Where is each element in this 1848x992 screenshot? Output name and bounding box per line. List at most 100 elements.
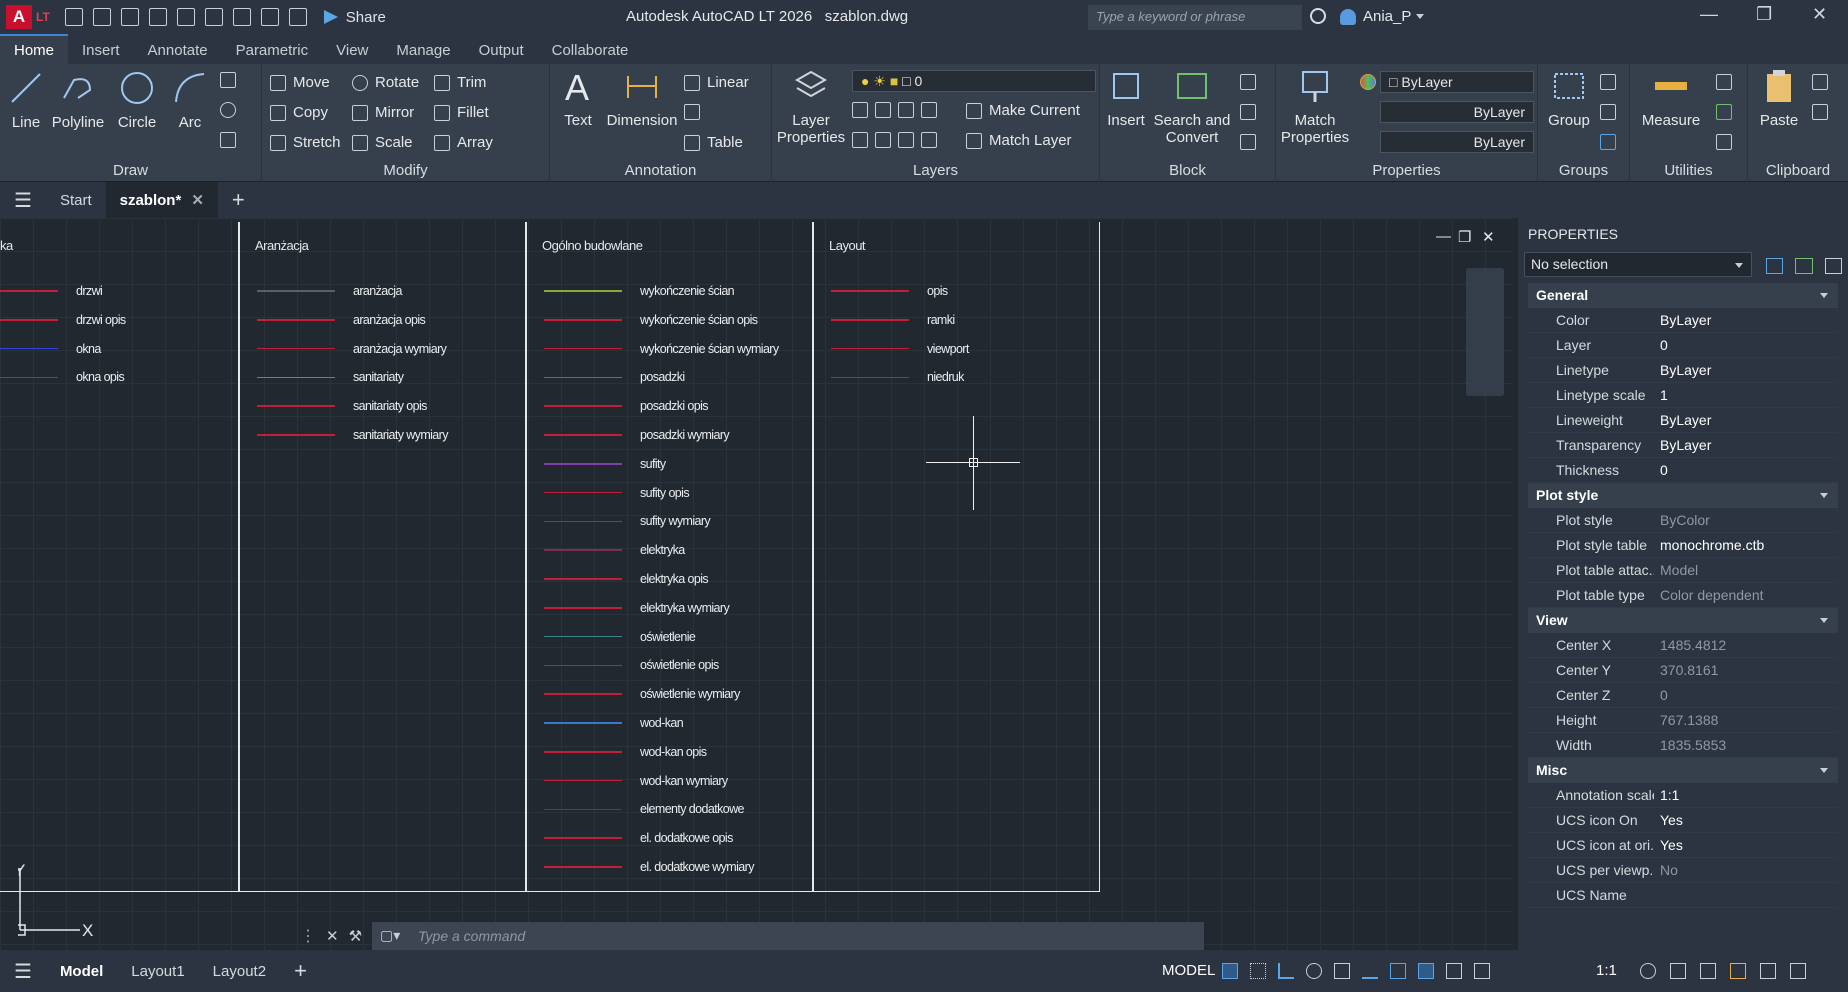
property-value[interactable]: 1485.4812 <box>1654 633 1838 657</box>
paste-button[interactable]: Paste <box>1754 68 1804 129</box>
rectangle-button[interactable] <box>220 72 243 88</box>
isolate-objects-icon[interactable] <box>1730 963 1746 979</box>
ellipse-button[interactable] <box>220 102 243 118</box>
edit-block-button[interactable] <box>1240 104 1263 120</box>
command-input[interactable]: ▢▾ Type a command <box>372 922 1204 950</box>
line-button[interactable]: Line <box>8 70 44 131</box>
undo-icon[interactable] <box>260 8 279 26</box>
open-file-icon[interactable] <box>92 8 111 26</box>
array-button[interactable]: Array <box>434 134 493 151</box>
property-row[interactable]: Plot style table monochrome.ctb <box>1528 533 1838 558</box>
property-value[interactable]: 1:1 <box>1654 783 1838 807</box>
property-value[interactable]: ByLayer <box>1654 408 1838 432</box>
linear-button[interactable]: Linear <box>684 74 749 91</box>
property-value[interactable]: ByColor <box>1654 508 1838 532</box>
drawing-canvas[interactable]: ka drzwi drzwi opis okna okna opis Aranżacja a… <box>0 218 1512 950</box>
property-value[interactable]: Yes <box>1654 808 1838 832</box>
tab-parametric[interactable]: Parametric <box>222 36 323 64</box>
property-section-header[interactable]: Plot style <box>1528 483 1838 508</box>
scale-button[interactable]: Scale <box>352 134 413 151</box>
property-value[interactable]: No <box>1654 858 1838 882</box>
group-edit-button[interactable] <box>1600 104 1623 120</box>
annotation-monitor-icon[interactable] <box>1670 963 1686 979</box>
toggle-pickadd-icon[interactable] <box>1765 257 1784 274</box>
property-value[interactable]: monochrome.ctb <box>1654 533 1838 557</box>
mirror-button[interactable]: Mirror <box>352 104 414 121</box>
print-icon[interactable] <box>232 8 251 26</box>
collapse-chevron-icon[interactable] <box>1820 768 1828 773</box>
property-value[interactable]: 1835.5853 <box>1654 733 1838 757</box>
insert-button[interactable]: Insert <box>1104 68 1148 129</box>
copy-button[interactable]: Copy <box>270 104 328 121</box>
property-section-header[interactable]: Misc <box>1528 758 1838 783</box>
property-row[interactable]: Plot table type Color dependent <box>1528 583 1838 608</box>
property-row[interactable]: Plot table attac... Model <box>1528 558 1838 583</box>
object-snap-icon[interactable] <box>1390 963 1406 979</box>
match-properties-button[interactable]: Match Properties <box>1280 68 1350 146</box>
property-value[interactable]: Color dependent <box>1654 583 1838 607</box>
property-row[interactable]: Annotation scale 1:1 <box>1528 783 1838 808</box>
viewport-close-icon[interactable]: ✕ <box>1482 228 1495 246</box>
property-row[interactable]: Color ByLayer <box>1528 308 1838 333</box>
polar-toggle-icon[interactable] <box>1306 963 1322 979</box>
hatch-button[interactable] <box>220 132 243 148</box>
block-attribute-button[interactable] <box>1240 134 1263 150</box>
command-grip-icon[interactable]: ⋮ <box>300 926 316 946</box>
selection-dropdown[interactable]: No selection <box>1524 252 1752 277</box>
property-row[interactable]: Center Y 370.8161 <box>1528 658 1838 683</box>
tab-szablon[interactable]: szablon* ✕ <box>105 182 218 218</box>
property-row[interactable]: UCS icon On Yes <box>1528 808 1838 833</box>
groups-panel-title[interactable]: Groups <box>1538 162 1629 179</box>
layer-dropdown[interactable]: ● ☀ ■ □ 0 <box>852 70 1096 92</box>
property-value[interactable]: 767.1388 <box>1654 708 1838 732</box>
units-icon[interactable] <box>1700 963 1716 979</box>
command-customize-icon[interactable]: ⚒ <box>349 927 362 945</box>
polyline-button[interactable]: Polyline <box>50 70 106 131</box>
block-panel-title[interactable]: Block <box>1100 162 1275 179</box>
save-as-icon[interactable] <box>148 8 167 26</box>
linetype-dropdown[interactable]: ByLayer <box>1380 101 1534 123</box>
minimize-button[interactable]: — <box>1700 4 1718 25</box>
quick-select-icon[interactable] <box>1824 257 1842 274</box>
property-value[interactable]: ByLayer <box>1654 433 1838 457</box>
select-all-button[interactable] <box>1716 104 1739 120</box>
arc-button[interactable]: Arc <box>170 70 210 131</box>
id-point-button[interactable] <box>1716 74 1739 90</box>
auto-scale-icon[interactable] <box>1446 963 1462 979</box>
share-file-icon[interactable] <box>204 8 223 26</box>
property-row[interactable]: Plot style ByColor <box>1528 508 1838 533</box>
search-convert-button[interactable]: Search and Convert <box>1152 68 1232 146</box>
export-icon[interactable] <box>176 8 195 26</box>
command-history-icon[interactable]: ▢▾ <box>380 927 400 944</box>
leader-button[interactable] <box>684 104 707 120</box>
draw-panel-title[interactable]: Draw <box>0 162 261 179</box>
object-snap-tracking-icon[interactable] <box>1362 963 1378 979</box>
tab-home[interactable]: Home <box>0 34 69 64</box>
customize-icon[interactable] <box>1790 963 1806 979</box>
dimension-button[interactable]: Dimension <box>606 68 678 129</box>
property-value[interactable]: Yes <box>1654 833 1838 857</box>
property-row[interactable]: Center Z 0 <box>1528 683 1838 708</box>
measure-button[interactable]: Measure <box>1636 68 1706 129</box>
property-value[interactable]: 0 <box>1654 458 1838 482</box>
property-section-header[interactable]: General <box>1528 283 1838 308</box>
restore-button[interactable]: ❐ <box>1756 4 1772 25</box>
clean-screen-icon[interactable] <box>1760 963 1776 979</box>
property-value[interactable]: 370.8161 <box>1654 658 1838 682</box>
property-value[interactable]: 0 <box>1654 683 1838 707</box>
property-row[interactable]: Layer 0 <box>1528 333 1838 358</box>
tab-collaborate[interactable]: Collaborate <box>538 36 643 64</box>
group-select-button[interactable] <box>1600 134 1623 150</box>
viewport-restore-icon[interactable]: ❐ <box>1458 228 1471 246</box>
property-value[interactable]: 1 <box>1654 383 1838 407</box>
new-tab-icon[interactable]: + <box>218 182 259 218</box>
property-row[interactable]: UCS per viewp... No <box>1528 858 1838 883</box>
property-row[interactable]: Height 767.1388 <box>1528 708 1838 733</box>
tab-view[interactable]: View <box>322 36 382 64</box>
property-row[interactable]: Thickness 0 <box>1528 458 1838 483</box>
viewport-minimize-icon[interactable]: — <box>1436 228 1451 245</box>
layer-tools-row-2[interactable] <box>852 132 944 148</box>
lineweight-dropdown[interactable]: ByLayer <box>1380 131 1534 153</box>
annotation-scale-icon[interactable] <box>1474 963 1490 979</box>
property-row[interactable]: Center X 1485.4812 <box>1528 633 1838 658</box>
